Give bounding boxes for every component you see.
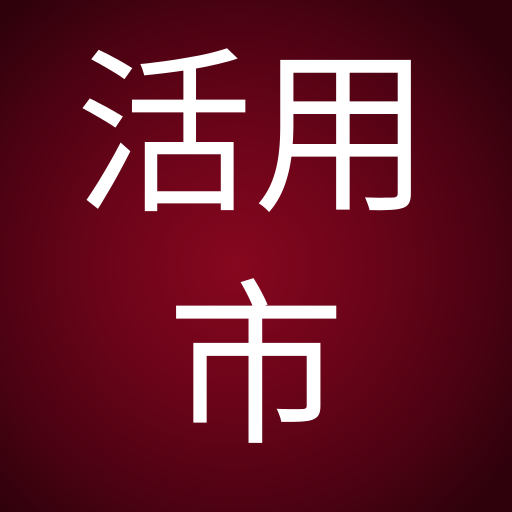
logo-character-shi: 市 bbox=[167, 264, 345, 471]
app-icon-tile: 活 用 市 bbox=[0, 0, 512, 512]
logo-character-you: 用 bbox=[253, 32, 431, 239]
logo-character-katsu: 活 bbox=[75, 32, 253, 239]
